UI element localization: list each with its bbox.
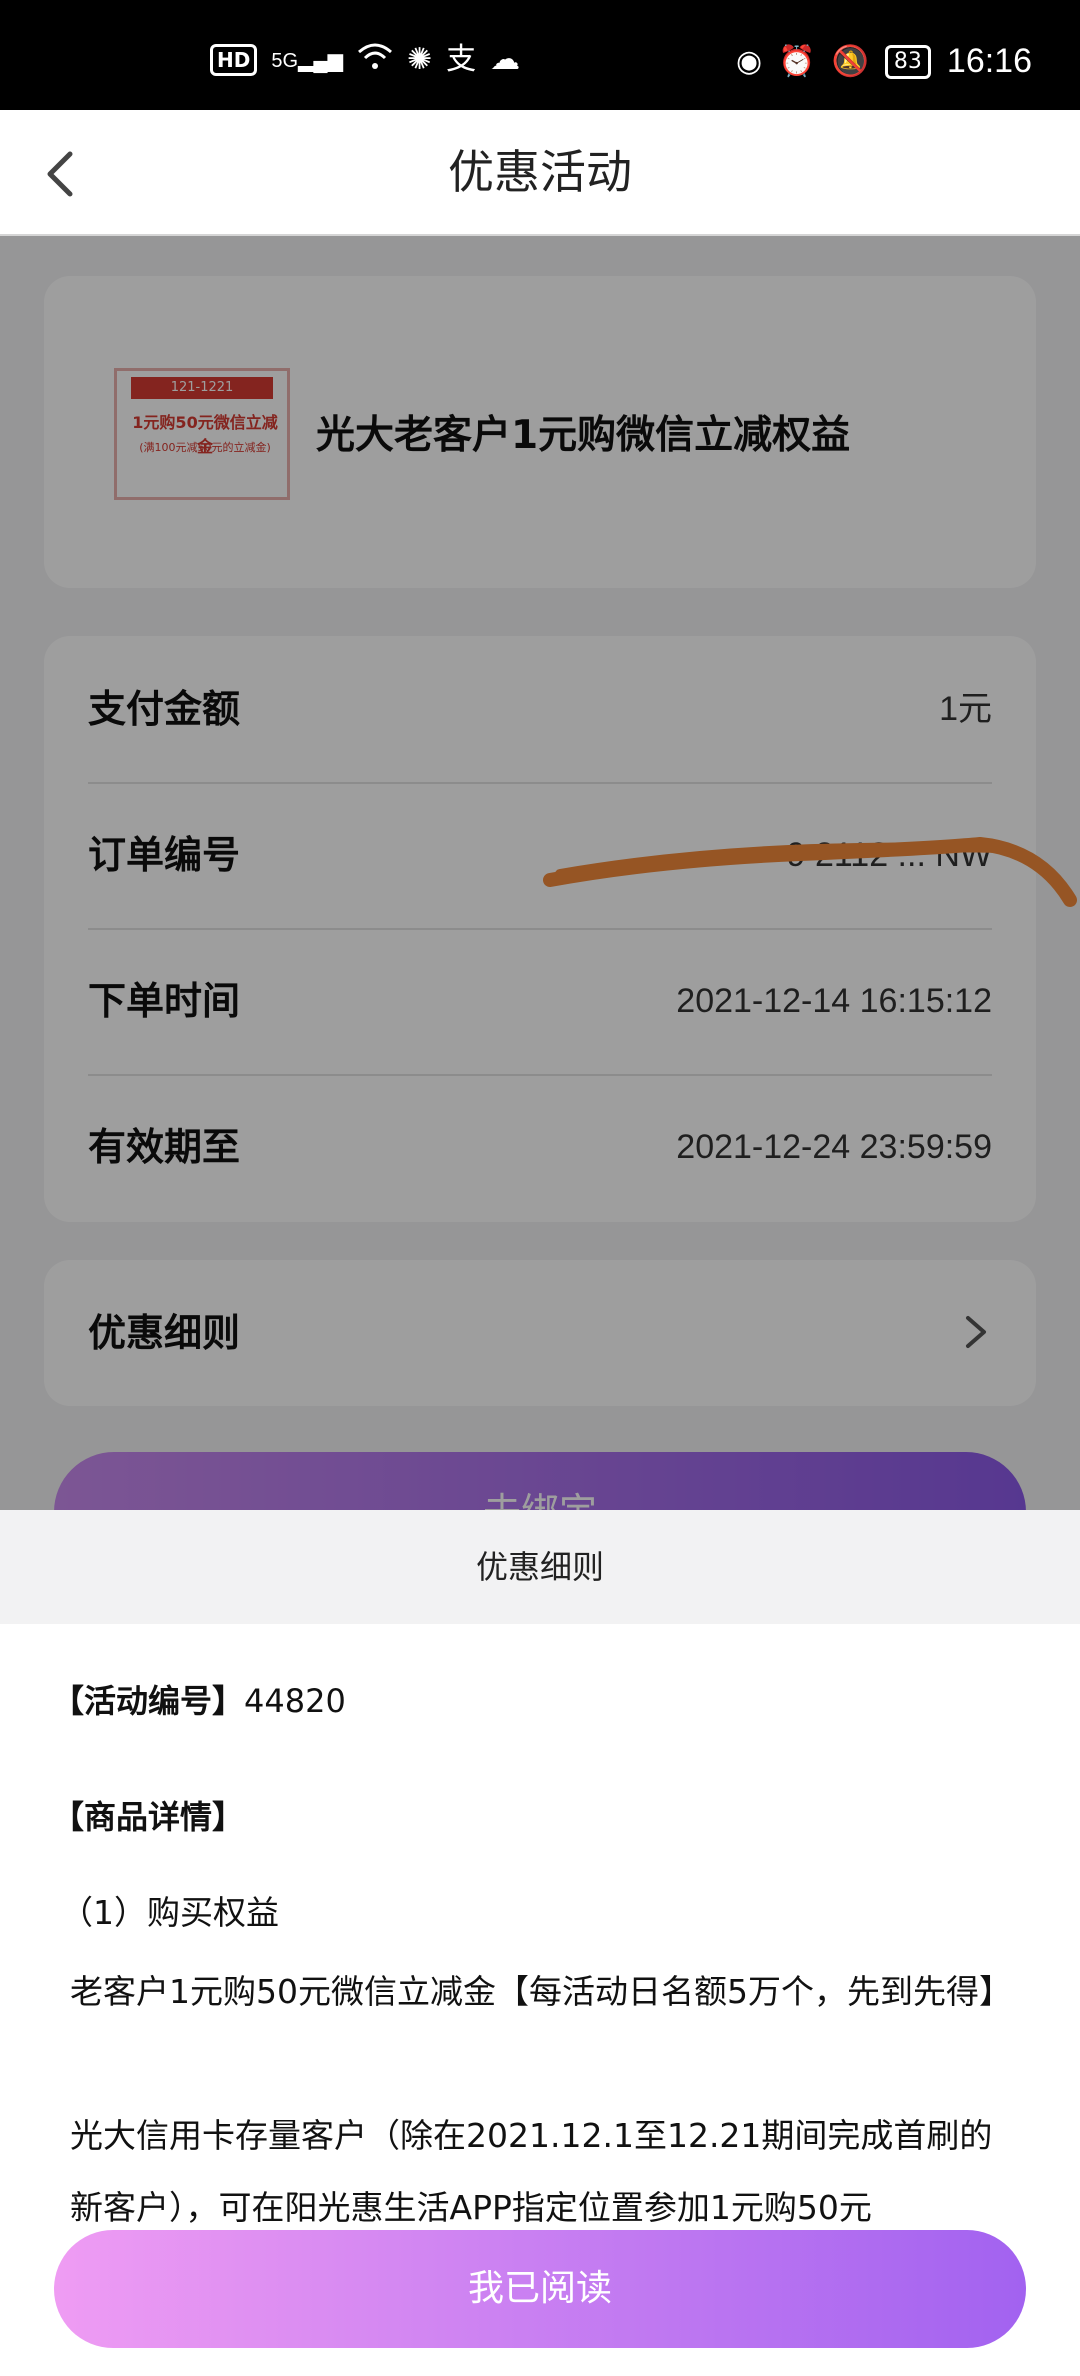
battery-icon: 83 [884, 44, 931, 79]
alarm-icon: ⏰ [778, 43, 816, 79]
read-confirm-button[interactable]: 我已阅读 [54, 2230, 1026, 2348]
rules-paragraph-1: 老客户1元购50元微信立减金【每活动日名额5万个，先到先得】 [70, 1972, 1012, 2011]
details-label: 【商品详情】 [52, 1798, 245, 1836]
page-title: 优惠活动 [448, 145, 632, 199]
signal-icon: 5G▂▄▆ [271, 49, 343, 72]
chevron-left-icon [47, 151, 73, 197]
activity-number-value: 44820 [244, 1682, 346, 1720]
wifi-icon [357, 42, 393, 78]
details-heading: 【商品详情】 [52, 1792, 244, 1838]
status-right-icons: ◉ ⏰ 🔕 83 16:16 [736, 42, 1032, 81]
activity-number: 【活动编号】44820 [52, 1676, 346, 1722]
hd-icon: HD [210, 44, 258, 76]
back-button[interactable] [28, 138, 98, 208]
cloud-icon: ☁ [490, 42, 521, 77]
clock: 16:16 [946, 42, 1032, 80]
sun-icon: ✺ [406, 42, 433, 77]
nfc-icon: ◉ [736, 43, 763, 79]
purchase-rights-heading: （1）购买权益 [60, 1893, 279, 1932]
alipay-icon: 支 [446, 42, 477, 77]
sheet-title: 优惠细则 [0, 1510, 1080, 1624]
mute-icon: 🔕 [831, 43, 869, 79]
status-left-icons: HD 5G▂▄▆ ✺ 支 ☁ [210, 42, 520, 78]
rules-paragraph-2: 光大信用卡存量客户（除在2021.12.1至12.21期间完成首刷的新客户），可… [70, 2116, 993, 2227]
nav-header: 优惠活动 [0, 110, 1080, 236]
status-bar: HD 5G▂▄▆ ✺ 支 ☁ ◉ ⏰ 🔕 83 16:16 [0, 0, 1080, 110]
dim-overlay[interactable] [0, 236, 1080, 1512]
activity-number-label: 【活动编号】 [52, 1682, 245, 1720]
